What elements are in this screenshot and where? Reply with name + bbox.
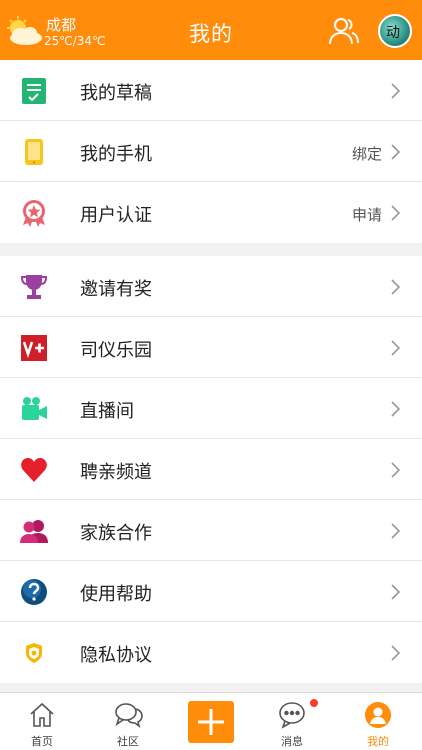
- tab-label: 消息: [281, 735, 303, 748]
- menu-item-family-cooperation[interactable]: 家族合作: [0, 500, 422, 561]
- avatar[interactable]: 动: [378, 14, 412, 48]
- tab-label: 首页: [31, 735, 53, 748]
- menu-item-label: 隐私协议: [80, 645, 152, 666]
- plus-icon: [198, 709, 224, 735]
- chevron-right-icon: [391, 279, 400, 295]
- chevron-right-icon: [391, 144, 400, 160]
- chevron-right-icon: [391, 205, 400, 221]
- menu-item-privacy-agreement[interactable]: 隐私协议: [0, 622, 422, 683]
- contacts-icon[interactable]: [328, 16, 360, 46]
- v-plus-icon: [21, 335, 47, 361]
- chevron-right-icon: [391, 83, 400, 99]
- top-bar: 成都 25℃/34℃ 我的 动: [0, 0, 422, 60]
- chevron-right-icon: [391, 645, 400, 661]
- menu-item-label: 聘亲频道: [80, 462, 152, 483]
- heart-icon: [21, 458, 47, 482]
- menu-item-live-room[interactable]: 直播间: [0, 378, 422, 439]
- menu-item-match-channel[interactable]: 聘亲频道: [0, 439, 422, 500]
- menu-item-help[interactable]: 使用帮助: [0, 561, 422, 622]
- chevron-right-icon: [391, 340, 400, 356]
- people-icon: [20, 520, 48, 543]
- menu-item-user-certification[interactable]: 用户认证 申请: [0, 182, 422, 243]
- menu-item-my-phone[interactable]: 我的手机 绑定: [0, 121, 422, 182]
- menu-item-label: 用户认证: [80, 205, 152, 226]
- menu-item-emcee-park[interactable]: 司仪乐园: [0, 317, 422, 378]
- bottom-tab-bar: 首页 社区 消息 我的: [0, 692, 422, 750]
- menu-item-label: 邀请有奖: [80, 279, 152, 300]
- draft-icon: [22, 78, 46, 104]
- video-camera-icon: [22, 397, 47, 420]
- chevron-right-icon: [391, 523, 400, 539]
- add-post-button[interactable]: [188, 701, 234, 743]
- menu-item-label: 直播间: [80, 401, 134, 422]
- menu-item-label: 我的草稿: [80, 83, 152, 104]
- trophy-icon: [20, 275, 48, 299]
- tab-messages[interactable]: 消息: [250, 693, 334, 750]
- menu-item-label: 使用帮助: [80, 584, 152, 605]
- phone-icon: [25, 139, 43, 165]
- tab-label: 我的: [367, 735, 389, 748]
- community-icon: [115, 703, 143, 728]
- tab-label: 社区: [117, 735, 139, 748]
- svg-text:动: 动: [386, 25, 400, 41]
- menu-item-invite-rewards[interactable]: 邀请有奖: [0, 256, 422, 317]
- menu-item-label: 司仪乐园: [80, 340, 152, 361]
- tab-home[interactable]: 首页: [0, 693, 84, 750]
- menu-item-label: 家族合作: [80, 523, 152, 544]
- unread-badge: [310, 699, 318, 707]
- menu-item-value: 绑定: [351, 145, 382, 163]
- chevron-right-icon: [391, 401, 400, 417]
- home-icon: [30, 702, 54, 727]
- message-icon: [279, 702, 305, 729]
- account-section: 我的草稿 我的手机 绑定 用户认证 申请: [0, 60, 422, 243]
- menu-item-label: 我的手机: [80, 144, 152, 165]
- profile-icon: [365, 702, 391, 728]
- tab-community[interactable]: 社区: [86, 693, 170, 750]
- tab-profile[interactable]: 我的: [336, 693, 420, 750]
- menu-item-value: 申请: [351, 206, 382, 224]
- shield-icon: [26, 643, 42, 663]
- features-section: 邀请有奖 司仪乐园 直播间 聘亲频道 家族合作 使用帮助 隐私协议: [0, 256, 422, 683]
- avatar-image: 动: [386, 25, 400, 41]
- menu-item-drafts[interactable]: 我的草稿: [0, 60, 422, 121]
- profile-page: 成都 25℃/34℃ 我的 动 我的草稿 我的手机 绑定 用户认证 申请 邀请有…: [0, 0, 422, 750]
- certification-badge-icon: [23, 200, 45, 227]
- help-icon: [21, 579, 47, 605]
- chevron-right-icon: [391, 462, 400, 478]
- chevron-right-icon: [391, 584, 400, 600]
